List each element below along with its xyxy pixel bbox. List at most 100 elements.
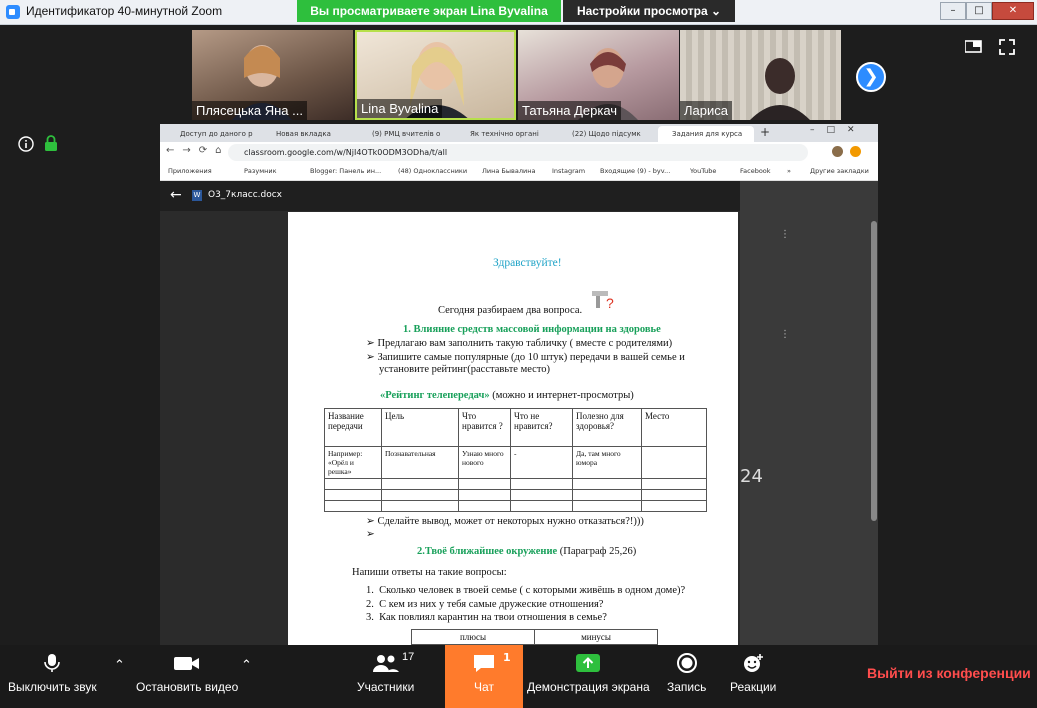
table-cell — [641, 446, 707, 479]
bookmark-item[interactable]: (48) Одноклассники — [398, 167, 467, 175]
record-button[interactable]: Запись — [667, 653, 706, 694]
browser-tab[interactable]: Новая вкладка — [262, 126, 354, 142]
bookmarks-bar: Приложения Разумник Blogger: Панель ин..… — [160, 164, 878, 181]
fullscreen-icon[interactable] — [999, 39, 1015, 55]
participant-video-tile[interactable]: Лариса — [680, 30, 841, 120]
stop-video-button[interactable]: Остановить видео — [136, 653, 238, 694]
video-camera-icon — [174, 657, 200, 670]
chevron-down-icon: ⌄ — [710, 4, 722, 18]
bullet-arrow-icon: ➢ — [366, 338, 378, 349]
table-header-cell: минусы — [534, 629, 658, 645]
table-row — [324, 478, 707, 490]
doc-question-text: Сколько человек в твоей семье ( с которы… — [379, 585, 686, 596]
table-cell: - — [510, 446, 573, 479]
stop-video-label: Остановить видео — [136, 680, 239, 694]
browser-tab-active[interactable]: Задания для курса — [658, 126, 754, 142]
document-page: Здравствуйте! Сегодня разбираем два вопр… — [288, 212, 738, 646]
bookmark-item[interactable]: Facebook — [740, 167, 771, 175]
gallery-view-icon[interactable] — [965, 39, 983, 53]
participant-name: Татьяна Деркач — [518, 101, 622, 120]
bookmark-overflow[interactable]: » — [787, 167, 791, 175]
participants-label: Участники — [357, 680, 415, 694]
document-viewer: ← W О3_7класс.docx ⎙ ⋮ 24 ⋮ ⋮ Здравствуй… — [160, 181, 878, 646]
participant-video-tile-active[interactable]: Lina Byvalina — [355, 30, 516, 120]
chat-button-content: Чат — [445, 653, 523, 694]
encryption-lock-icon[interactable] — [44, 135, 58, 152]
doc-intro: Сегодня разбираем два вопроса. — [438, 305, 583, 316]
share-screen-icon — [576, 654, 601, 672]
bookmark-item[interactable]: Blogger: Панель ин... — [310, 167, 381, 175]
table-header-cell: Что нравится ? — [458, 408, 511, 447]
browser-tab[interactable]: Доступ до даного р — [166, 126, 258, 142]
back-forward-reload-icon[interactable]: ←→⟳⌂ — [166, 145, 229, 156]
participant-video-tile[interactable]: Татьяна Деркач — [518, 30, 679, 120]
table-cell: Познавательная — [381, 446, 459, 479]
svg-text:?: ? — [606, 295, 614, 310]
new-tab-plus-icon[interactable]: + — [760, 125, 770, 139]
doc-question: 3. Как повлиял карантин на твои отношени… — [366, 612, 607, 623]
doc-question-text: С кем из них у тебя самые дружеские отно… — [379, 599, 604, 610]
participants-button[interactable]: 17 Участники — [357, 651, 415, 694]
participant-name: Lina Byvalina — [357, 99, 443, 118]
doc-question-text: Как повлиял карантин на твои отношения в… — [379, 612, 607, 623]
classroom-background-panel: 24 ⋮ ⋮ — [740, 181, 878, 646]
bullet-arrow-icon: ➢ — [366, 516, 378, 527]
reactions-button[interactable]: Реакции — [730, 653, 776, 694]
record-label: Запись — [667, 680, 707, 694]
participant-name: Плясецька Яна ... — [192, 101, 307, 120]
table-row — [324, 489, 707, 501]
window-title: Идентификатор 40-минутной Zoom — [26, 4, 223, 18]
more-options-icon: ⋮ — [780, 329, 790, 340]
leave-meeting-button[interactable]: Выйти из конференции — [867, 665, 1031, 681]
bookmark-item[interactable]: Лина Бывалина — [482, 167, 535, 175]
bookmark-item[interactable]: YouTube — [690, 167, 716, 175]
rating-table: Название передачи Цель Что нравится ? Чт… — [324, 408, 707, 512]
microphone-icon — [44, 654, 61, 672]
bookmark-item[interactable]: Другие закладки — [810, 167, 869, 175]
doc-greeting: Здравствуйте! — [493, 257, 562, 269]
table-cell: Да, там много юмора — [572, 446, 642, 479]
browser-tab[interactable]: Як технічно органі — [456, 126, 548, 142]
minimize-button[interactable]: – — [940, 2, 966, 20]
view-options-button[interactable]: Настройки просмотра ⌄ — [563, 0, 735, 22]
chat-unread-badge: 1 — [503, 651, 511, 664]
participant-video-tile[interactable]: Плясецька Яна ... — [192, 30, 353, 120]
share-screen-button[interactable]: Демонстрация экрана — [527, 653, 650, 694]
word-file-icon: W — [192, 190, 202, 201]
doc-bullet-text: Запишите самые популярные (до 10 штук) п… — [377, 352, 685, 363]
browser-tab[interactable]: (22) Щодо підсумк — [558, 126, 650, 142]
pros-cons-table: плюсы минусы — [411, 629, 658, 645]
bullet-arrow-icon: ➢ — [366, 529, 375, 540]
address-bar[interactable]: classroom.google.com/w/NjI4OTk0ODM3ODha/… — [228, 144, 808, 161]
browser-window-controls-icon[interactable]: –□✕ — [810, 125, 867, 135]
mute-button[interactable]: Выключить звук — [8, 653, 97, 694]
profile-avatar[interactable] — [832, 146, 843, 157]
doc-bullet: ➢ Предлагаю вам заполнить такую табличку… — [366, 337, 672, 349]
doc-bullet-text: Сделайте вывод, может от некоторых нужно… — [377, 516, 644, 527]
doc-section2-heading: 2.Твоё ближайшее окружение — [417, 546, 558, 557]
bookmark-item[interactable]: Разумник — [244, 167, 277, 175]
doc-question: 1. Сколько человек в твоей семье ( с кот… — [366, 585, 686, 596]
shared-browser-window: Доступ до даного р Новая вкладка (9) РМЦ… — [160, 124, 878, 646]
browser-tab[interactable]: (9) РМЦ вчителів о — [358, 126, 450, 142]
record-icon — [676, 653, 697, 673]
reactions-smiley-icon — [744, 654, 764, 672]
extension-icon[interactable] — [850, 146, 861, 157]
maximize-button[interactable]: □ — [966, 2, 992, 20]
close-button[interactable]: ✕ — [992, 2, 1034, 20]
audio-options-chevron-icon[interactable]: ⌃ — [114, 658, 125, 673]
meeting-toolbar: Выключить звук ⌃ Остановить видео ⌃ 17 У… — [0, 645, 1037, 708]
meeting-info-icon[interactable] — [18, 136, 34, 152]
chat-button[interactable]: Чат 1 — [445, 645, 523, 708]
bookmark-item[interactable]: Входящие (9) - byv... — [600, 167, 670, 175]
next-page-chevron-icon[interactable]: ❯ — [856, 62, 886, 92]
table-row: Например: «Орёл и решка» Познавательная … — [324, 446, 707, 479]
bookmark-item[interactable]: Instagram — [552, 167, 585, 175]
bookmark-item[interactable]: Приложения — [168, 167, 212, 175]
video-options-chevron-icon[interactable]: ⌃ — [241, 658, 252, 673]
table-cell: Узнаю много нового — [458, 446, 511, 479]
mute-label: Выключить звук — [8, 680, 97, 694]
back-arrow-icon[interactable]: ← — [170, 187, 182, 203]
scrollbar[interactable] — [871, 221, 877, 521]
reactions-label: Реакции — [730, 680, 777, 694]
